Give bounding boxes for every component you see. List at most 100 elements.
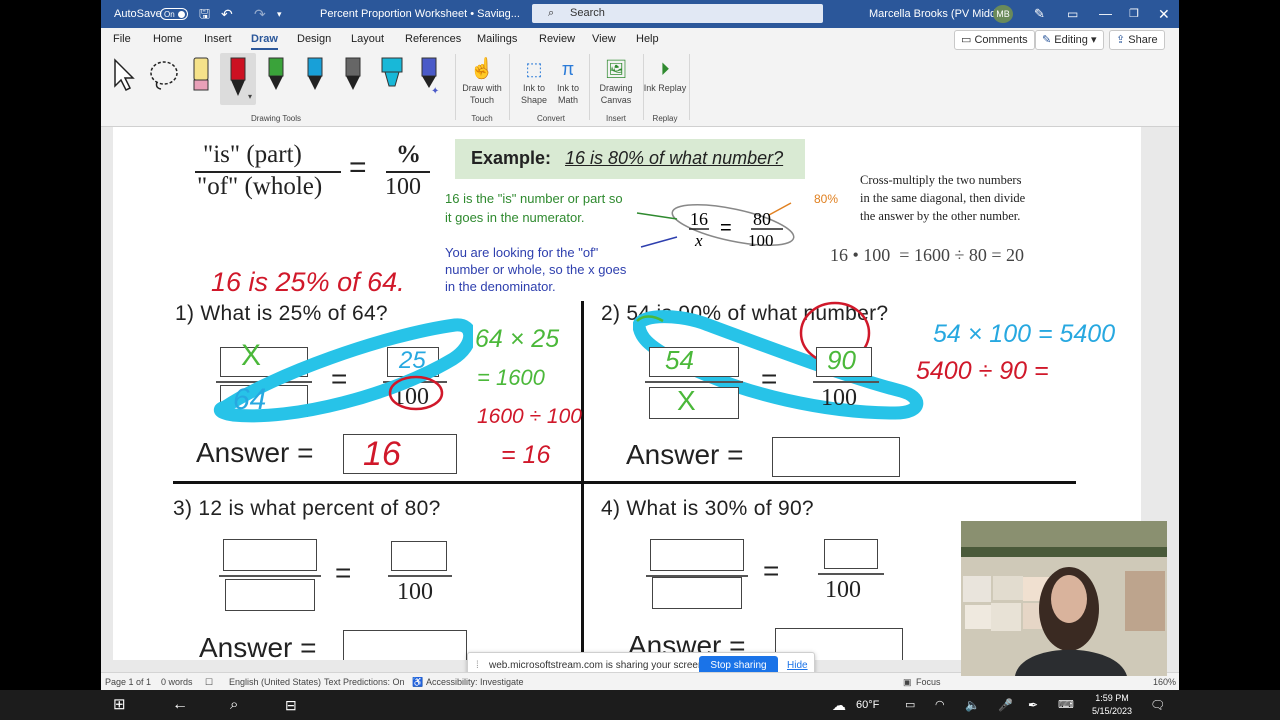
tab-review[interactable]: Review <box>539 28 575 50</box>
ribbon-separator <box>455 54 456 120</box>
q4-hundred: 100 <box>825 577 861 603</box>
windows-start-icon[interactable]: ⊞ <box>113 690 126 720</box>
ink-to-math-icon: π <box>561 59 575 79</box>
word-count[interactable]: 0 words <box>161 673 193 690</box>
ink-replay-button[interactable]: ⏵ Ink Replay <box>643 56 687 94</box>
q4-percent-box[interactable] <box>824 539 878 569</box>
tab-home[interactable]: Home <box>153 28 182 50</box>
pencil-icon: ✎ <box>1042 34 1055 46</box>
comments-button[interactable]: ▭ Comments <box>954 30 1035 50</box>
volume-icon[interactable]: 🔈 <box>965 690 980 720</box>
task-view-icon[interactable]: ⊟ <box>285 690 297 720</box>
clock[interactable]: 1:59 PM 5/15/2023 <box>1084 692 1140 718</box>
pen-red-icon[interactable] <box>226 56 250 100</box>
language[interactable]: English (United States) <box>229 673 321 690</box>
grid-horizontal-divider <box>173 481 1076 484</box>
cross-note-line2: in the same diagonal, then divide <box>860 191 1026 205</box>
q3-answer-box[interactable] <box>343 630 467 660</box>
note-numerator-line1: 16 is the "is" number or part so <box>445 191 623 206</box>
q3-denominator-box[interactable] <box>225 579 315 611</box>
back-arrow-icon[interactable]: ← <box>172 690 188 720</box>
search-icon[interactable]: ⌕ <box>230 690 238 720</box>
q2-numerator-box[interactable] <box>649 347 739 377</box>
formula-denominator: "of" (whole) <box>197 173 323 200</box>
q3-fraction-line-2 <box>388 575 452 577</box>
ink-q1-work-2: = 1600 <box>477 365 545 390</box>
formula-numerator: "is" (part) <box>203 141 302 168</box>
question-4-text: 4) What is 30% of 90? <box>601 497 814 520</box>
microphone-icon[interactable]: 🎤 <box>998 690 1013 720</box>
chevron-down-icon[interactable]: ⌄ <box>497 0 505 28</box>
q3-numerator-box[interactable] <box>223 539 317 571</box>
share-button[interactable]: ⇪ Share <box>1109 30 1165 50</box>
redo-icon[interactable]: ↷ <box>254 0 266 28</box>
ribbon-display-icon[interactable]: ▭ <box>1067 0 1078 28</box>
focus-mode[interactable]: Focus <box>916 673 941 690</box>
q4-numerator-box[interactable] <box>650 539 744 571</box>
select-cursor-icon[interactable] <box>111 58 137 92</box>
user-name[interactable]: Marcella Brooks (PV Middle) <box>869 0 1008 28</box>
ink-q2-denominator: X <box>677 385 696 416</box>
ink-to-math-label: Ink to Math <box>556 83 579 105</box>
customize-qat-icon[interactable]: ▾ <box>277 0 282 28</box>
q2-answer-box[interactable] <box>772 437 900 477</box>
pen-icon[interactable]: ✒ <box>1028 690 1038 720</box>
weather-temperature[interactable]: 60°F <box>856 690 879 720</box>
pencil-gray-icon[interactable] <box>341 56 365 94</box>
webcam-video <box>961 521 1167 676</box>
ink-to-math-button[interactable]: π Ink to Math <box>546 56 590 106</box>
q3-percent-box[interactable] <box>391 541 447 571</box>
editing-mode-button[interactable]: ✎ Editing ▾ <box>1035 30 1104 50</box>
wifi-icon[interactable]: ◠ <box>935 690 945 720</box>
action-pen-icon[interactable]: ✦ <box>417 56 441 94</box>
q4-denominator-box[interactable] <box>652 577 742 609</box>
drawing-canvas-button[interactable]: 🖼 Drawing Canvas <box>593 56 639 106</box>
tab-view[interactable]: View <box>592 28 616 50</box>
tab-draw[interactable]: Draw <box>251 28 278 50</box>
example-text: 16 is 80% of what number? <box>565 148 784 168</box>
highlighter-pink-icon[interactable] <box>189 56 213 94</box>
tab-mailings[interactable]: Mailings <box>477 28 517 50</box>
accessibility-status[interactable]: Accessibility: Investigate <box>426 673 524 690</box>
draw-with-touch-button[interactable]: ☝ Draw with Touch <box>460 56 504 106</box>
page-count[interactable]: Page 1 of 1 <box>105 673 151 690</box>
ink-q1-work-3: 1600 ÷ 100 <box>477 405 582 428</box>
avatar[interactable]: MB <box>993 5 1013 23</box>
battery-icon[interactable]: ▭ <box>905 690 915 720</box>
tab-references[interactable]: References <box>405 28 461 50</box>
ink-q2-work-1: 54 × 100 = 5400 <box>933 320 1116 348</box>
document-title[interactable]: Percent Proportion Worksheet • Saving... <box>320 0 520 28</box>
pen-green-icon[interactable] <box>264 56 288 94</box>
highlighter-cyan-icon[interactable] <box>379 56 405 94</box>
formula-hundred: 100 <box>385 174 421 200</box>
search-box[interactable]: ⌕ Search <box>532 4 823 23</box>
tab-design[interactable]: Design <box>297 28 331 50</box>
q4-equals: = <box>763 555 780 586</box>
lasso-select-icon[interactable] <box>147 58 181 92</box>
tab-layout[interactable]: Layout <box>351 28 384 50</box>
autosave-toggle[interactable]: On <box>160 0 188 28</box>
notification-icon[interactable]: 🗨 <box>1150 690 1165 720</box>
proofing-icon[interactable]: ☐ <box>205 673 213 690</box>
restore-icon[interactable]: ❐ <box>1129 0 1139 28</box>
pen-blue-icon[interactable] <box>303 56 327 94</box>
tab-file[interactable]: File <box>113 28 131 50</box>
tab-insert[interactable]: Insert <box>204 28 232 50</box>
keyboard-icon[interactable]: ⌨ <box>1058 690 1074 720</box>
minimize-icon[interactable]: — <box>1099 0 1112 28</box>
text-predictions[interactable]: Text Predictions: On <box>324 673 405 690</box>
tab-help[interactable]: Help <box>636 28 659 50</box>
touch-group-label: Touch <box>471 114 493 123</box>
autosave-toggle-state: On <box>160 8 188 21</box>
chevron-down-icon[interactable]: ▾ <box>248 92 252 101</box>
question-3-text: 3) 12 is what percent of 80? <box>173 497 441 520</box>
formula-fraction-line-2 <box>386 171 430 173</box>
close-icon[interactable]: ✕ <box>1158 0 1170 28</box>
undo-icon[interactable]: ↶ <box>221 0 233 28</box>
save-icon[interactable]: 🖫 <box>199 0 210 28</box>
cross-note-line1: Cross-multiply the two numbers <box>860 173 1022 187</box>
ink-q1-numerator: X <box>241 339 262 372</box>
q2-fraction-line <box>645 381 743 383</box>
example-numerator: 16 <box>690 209 708 229</box>
pen-icon[interactable]: ✎ <box>1034 0 1045 28</box>
